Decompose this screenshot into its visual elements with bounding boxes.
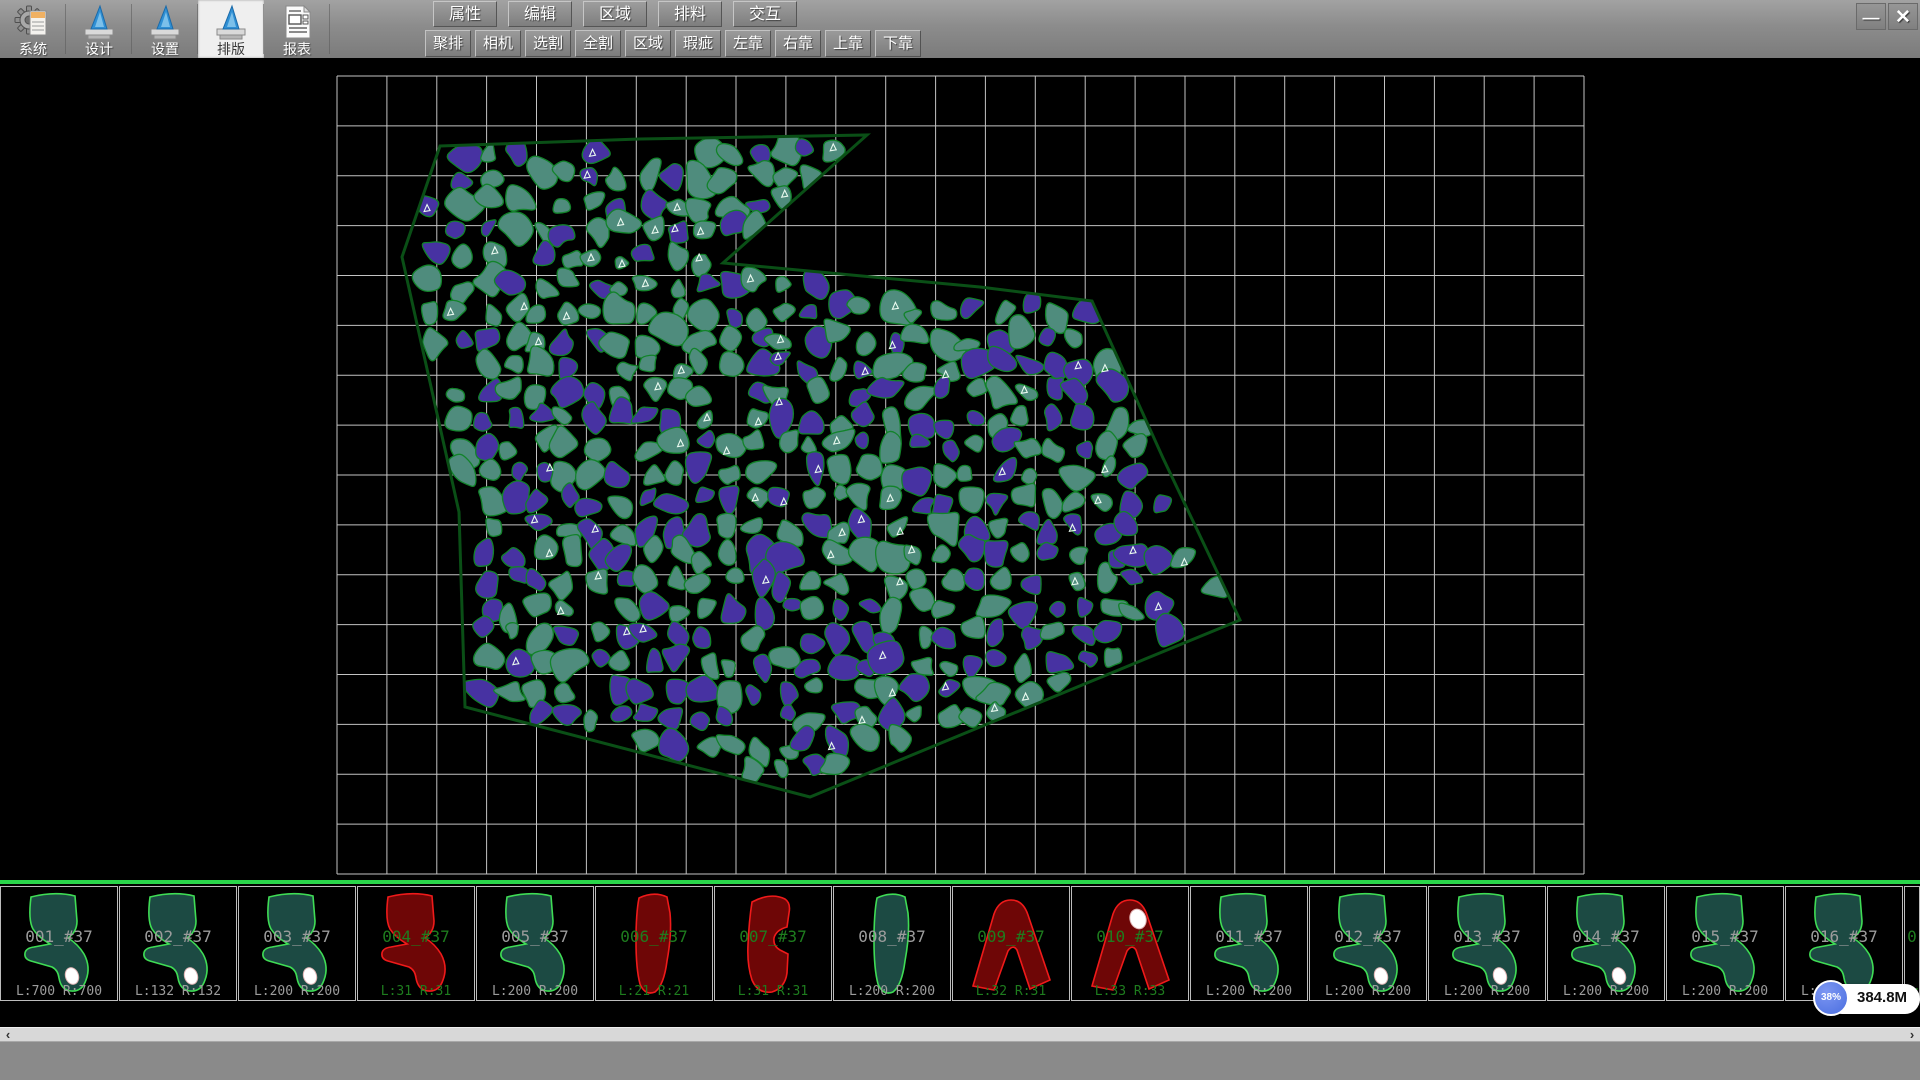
menu-button[interactable]: 区域 <box>583 1 647 27</box>
part-label: 001_#37 <box>1 927 117 946</box>
part-lr-count: L:700 R:700 <box>1 984 117 999</box>
part-label: 005_#37 <box>477 927 593 946</box>
part-lr-count: L:31 R:31 <box>715 984 831 999</box>
toolbar-item-settings[interactable]: 设置 <box>132 0 198 58</box>
toolbar-item-design[interactable]: 设计 <box>66 0 132 58</box>
parts-list: 001_#37L:700 R:700002_#37L:132 R:132003_… <box>0 886 1920 1003</box>
toolbar-item-label: 系统 <box>0 41 66 57</box>
action-button[interactable]: 下靠 <box>875 30 921 57</box>
scroll-left-arrow[interactable]: ‹ <box>0 1028 16 1042</box>
part-label: 013_#37 <box>1429 927 1545 946</box>
action-button[interactable]: 相机 <box>475 30 521 57</box>
part-thumbnail[interactable]: 010_#37 L:33 R:33 <box>1071 886 1189 1001</box>
part-thumbnail[interactable]: 004_#37 L:31 R:31 <box>357 886 475 1001</box>
part-lr-count: L:31 R:31 <box>358 984 474 999</box>
action-button[interactable]: 瑕疵 <box>675 30 721 57</box>
part-lr-count: L:200 R:200 <box>1429 984 1545 999</box>
part-label: 015_#37 <box>1667 927 1783 946</box>
part-label: 008_#37 <box>834 927 950 946</box>
part-label: 014_#37 <box>1548 927 1664 946</box>
action-button[interactable]: 选割 <box>525 30 571 57</box>
menu-button[interactable]: 编辑 <box>508 1 572 27</box>
progress-size: 384.8M <box>1857 989 1907 1006</box>
strip-bottom-gap <box>0 1004 1920 1027</box>
part-thumbnail[interactable]: 008_#37 L:200 R:200 <box>833 886 951 1001</box>
status-bar <box>0 1041 1920 1080</box>
part-lr-count: L:200 R:200 <box>1667 984 1783 999</box>
horizontal-scrollbar[interactable]: ‹ › <box>0 1027 1920 1041</box>
part-thumbnail[interactable]: 015_#37 L:200 R:200 <box>1666 886 1784 1001</box>
strip-separator-line <box>0 880 1920 884</box>
part-label: 012_#37 <box>1310 927 1426 946</box>
part-lr-count: L:32 R:31 <box>953 984 1069 999</box>
part-lr-count: L:200 R:200 <box>1191 984 1307 999</box>
menu-button[interactable]: 排料 <box>658 1 722 27</box>
action-button[interactable]: 上靠 <box>825 30 871 57</box>
toolbar-item-label: 设计 <box>66 41 132 57</box>
menu-button[interactable]: 交互 <box>733 1 797 27</box>
part-label: 0 <box>1905 927 1919 946</box>
part-thumbnail[interactable]: 003_#37 L:200 R:200 <box>238 886 356 1001</box>
part-thumbnail[interactable]: 006_#37 L:21 R:21 <box>595 886 713 1001</box>
toolbar-item-label: 报表 <box>264 41 330 57</box>
part-lr-count: L:21 R:21 <box>596 984 712 999</box>
gear-icon <box>14 3 52 41</box>
parts-strip: 001_#37L:700 R:700002_#37L:132 R:132003_… <box>0 880 1920 1004</box>
toolbar-item-system[interactable]: 系统 <box>0 0 66 58</box>
part-lr-count: L:200 R:200 <box>834 984 950 999</box>
set-square-icon <box>146 3 184 41</box>
part-thumbnail[interactable]: 009_#37 L:32 R:31 <box>952 886 1070 1001</box>
part-thumbnail[interactable]: 013_#37 L:200 R:200 <box>1428 886 1546 1001</box>
action-button[interactable]: 左靠 <box>725 30 771 57</box>
part-label: 004_#37 <box>358 927 474 946</box>
part-label: 007_#37 <box>715 927 831 946</box>
report-icon <box>278 3 316 41</box>
toolbar-item-label: 设置 <box>132 41 198 57</box>
part-lr-count: L:200 R:200 <box>1548 984 1664 999</box>
toolbar-item-label: 排版 <box>198 41 264 57</box>
menu-button[interactable]: 属性 <box>433 1 497 27</box>
part-lr-count: L:200 R:200 <box>1310 984 1426 999</box>
part-thumbnail[interactable]: 001_#37 L:700 R:700 <box>0 886 118 1001</box>
part-label: 010_#37 <box>1072 927 1188 946</box>
part-label: 011_#37 <box>1191 927 1307 946</box>
part-thumbnail[interactable]: 005_#37 L:200 R:200 <box>476 886 594 1001</box>
scroll-right-arrow[interactable]: › <box>1904 1028 1920 1042</box>
application-window: 系统 设计 设置 <box>0 0 1920 1080</box>
part-lr-count: L:200 R:200 <box>239 984 355 999</box>
nesting-canvas[interactable] <box>0 58 1920 880</box>
progress-percent: 38% <box>1813 980 1849 1016</box>
part-label: 006_#37 <box>596 927 712 946</box>
part-label: 002_#37 <box>120 927 236 946</box>
part-lr-count: L:200 R:200 <box>477 984 593 999</box>
minimize-button[interactable]: — <box>1856 3 1886 30</box>
close-button[interactable]: ✕ <box>1888 3 1918 30</box>
nested-pieces <box>412 132 1228 782</box>
toolbar-item-layout-active[interactable]: 排版 <box>198 0 264 58</box>
part-label: 009_#37 <box>953 927 1069 946</box>
part-thumbnail[interactable]: 007_#37 L:31 R:31 <box>714 886 832 1001</box>
set-square-icon <box>212 3 250 41</box>
part-thumbnail[interactable]: 012_#37 L:200 R:200 <box>1309 886 1427 1001</box>
part-thumbnail[interactable]: 011_#37 L:200 R:200 <box>1190 886 1308 1001</box>
part-thumbnail[interactable]: 014_#37 L:200 R:200 <box>1547 886 1665 1001</box>
titlebar: 系统 设计 设置 <box>0 0 1920 59</box>
set-square-icon <box>80 3 118 41</box>
toolbar-item-report[interactable]: 报表 <box>264 0 330 58</box>
action-button[interactable]: 右靠 <box>775 30 821 57</box>
part-thumbnail[interactable]: 002_#37 L:132 R:132 <box>119 886 237 1001</box>
progress-badge[interactable]: 38% 384.8M <box>1813 982 1920 1014</box>
part-label: 003_#37 <box>239 927 355 946</box>
action-button[interactable]: 聚排 <box>425 30 471 57</box>
action-button[interactable]: 全割 <box>575 30 621 57</box>
part-lr-count: L:132 R:132 <box>120 984 236 999</box>
action-button[interactable]: 区域 <box>625 30 671 57</box>
part-label: 016_#37 <box>1786 927 1902 946</box>
hide-nesting-view <box>0 58 1920 880</box>
part-lr-count: L:33 R:33 <box>1072 984 1188 999</box>
